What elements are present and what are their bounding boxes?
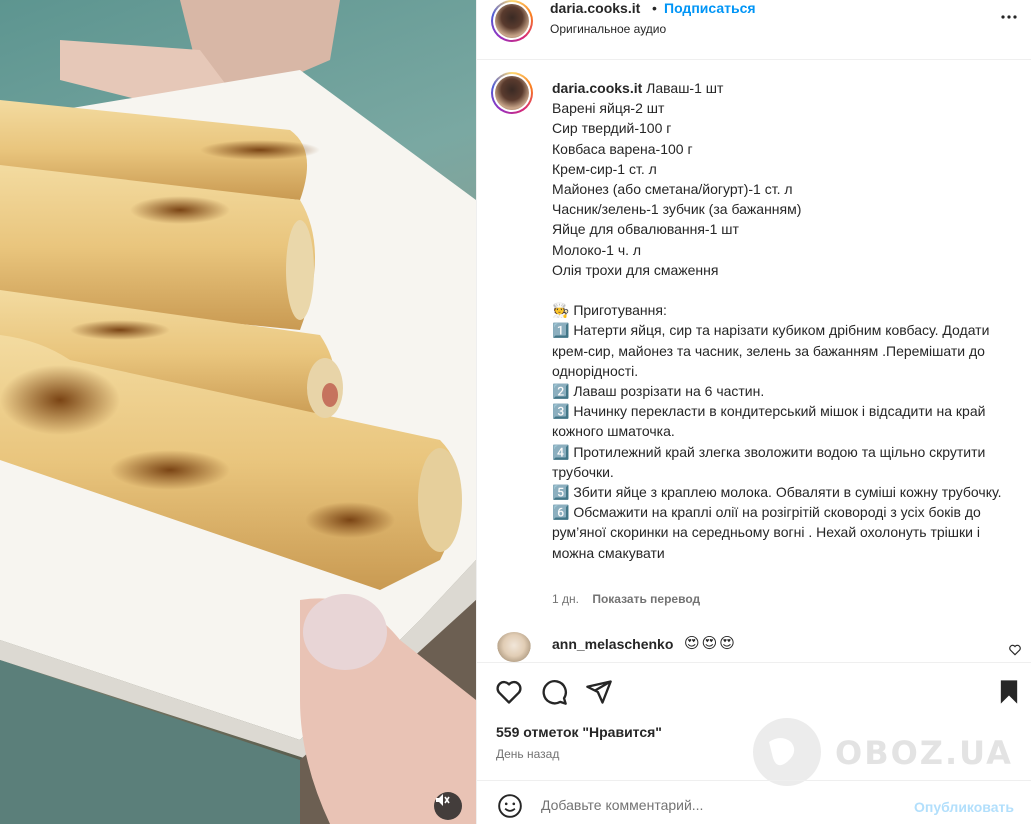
comment-text: 😍😍😍 [684, 635, 737, 652]
caption-age: 1 дн. [552, 592, 579, 606]
likes-count[interactable]: 559 отметок "Нравится" [496, 724, 662, 740]
comment-input[interactable] [541, 790, 901, 820]
follow-button[interactable]: Подписаться [664, 0, 756, 16]
caption-username[interactable]: daria.cooks.it [552, 80, 642, 96]
publish-button[interactable]: Опубликовать [914, 799, 1014, 815]
comment-heart-icon[interactable] [1008, 643, 1022, 657]
mute-button[interactable] [434, 792, 462, 820]
separator-dot: • [652, 0, 657, 16]
bookmark-icon[interactable] [995, 678, 1023, 706]
post-date[interactable]: День назад [496, 747, 559, 761]
post-caption: daria.cooks.it Лаваш-1 шт Варені яйця-2 … [552, 78, 1012, 563]
commenter-avatar[interactable] [497, 632, 531, 662]
mute-icon [436, 794, 450, 806]
emoji-icon[interactable] [497, 793, 523, 819]
reel-video[interactable] [0, 0, 476, 824]
comment-username[interactable]: ann_melaschenko [552, 636, 673, 652]
post-header: daria.cooks.it • Подписаться Оригинально… [477, 0, 1031, 60]
post-details-panel: daria.cooks.it • Подписаться Оригинально… [476, 0, 1031, 824]
caption-meta: 1 дн. Показать перевод [552, 592, 700, 606]
translate-button[interactable]: Показать перевод [592, 592, 700, 606]
author-avatar[interactable] [491, 0, 533, 42]
caption-text: Лаваш-1 шт Варені яйця-2 шт Сир твердий-… [552, 80, 1002, 561]
more-horizontal-icon[interactable] [997, 5, 1021, 29]
heart-icon[interactable] [495, 678, 523, 706]
caption-author-avatar[interactable] [491, 72, 533, 114]
food-photo [0, 0, 476, 824]
watermark-text: OBOZ.UA [835, 734, 1013, 772]
share-icon[interactable] [585, 678, 613, 706]
comment-box: Опубликовать [477, 780, 1031, 824]
comment-icon[interactable] [540, 678, 568, 706]
audio-link[interactable]: Оригинальное аудио [550, 22, 666, 36]
author-username[interactable]: daria.cooks.it [550, 0, 640, 16]
